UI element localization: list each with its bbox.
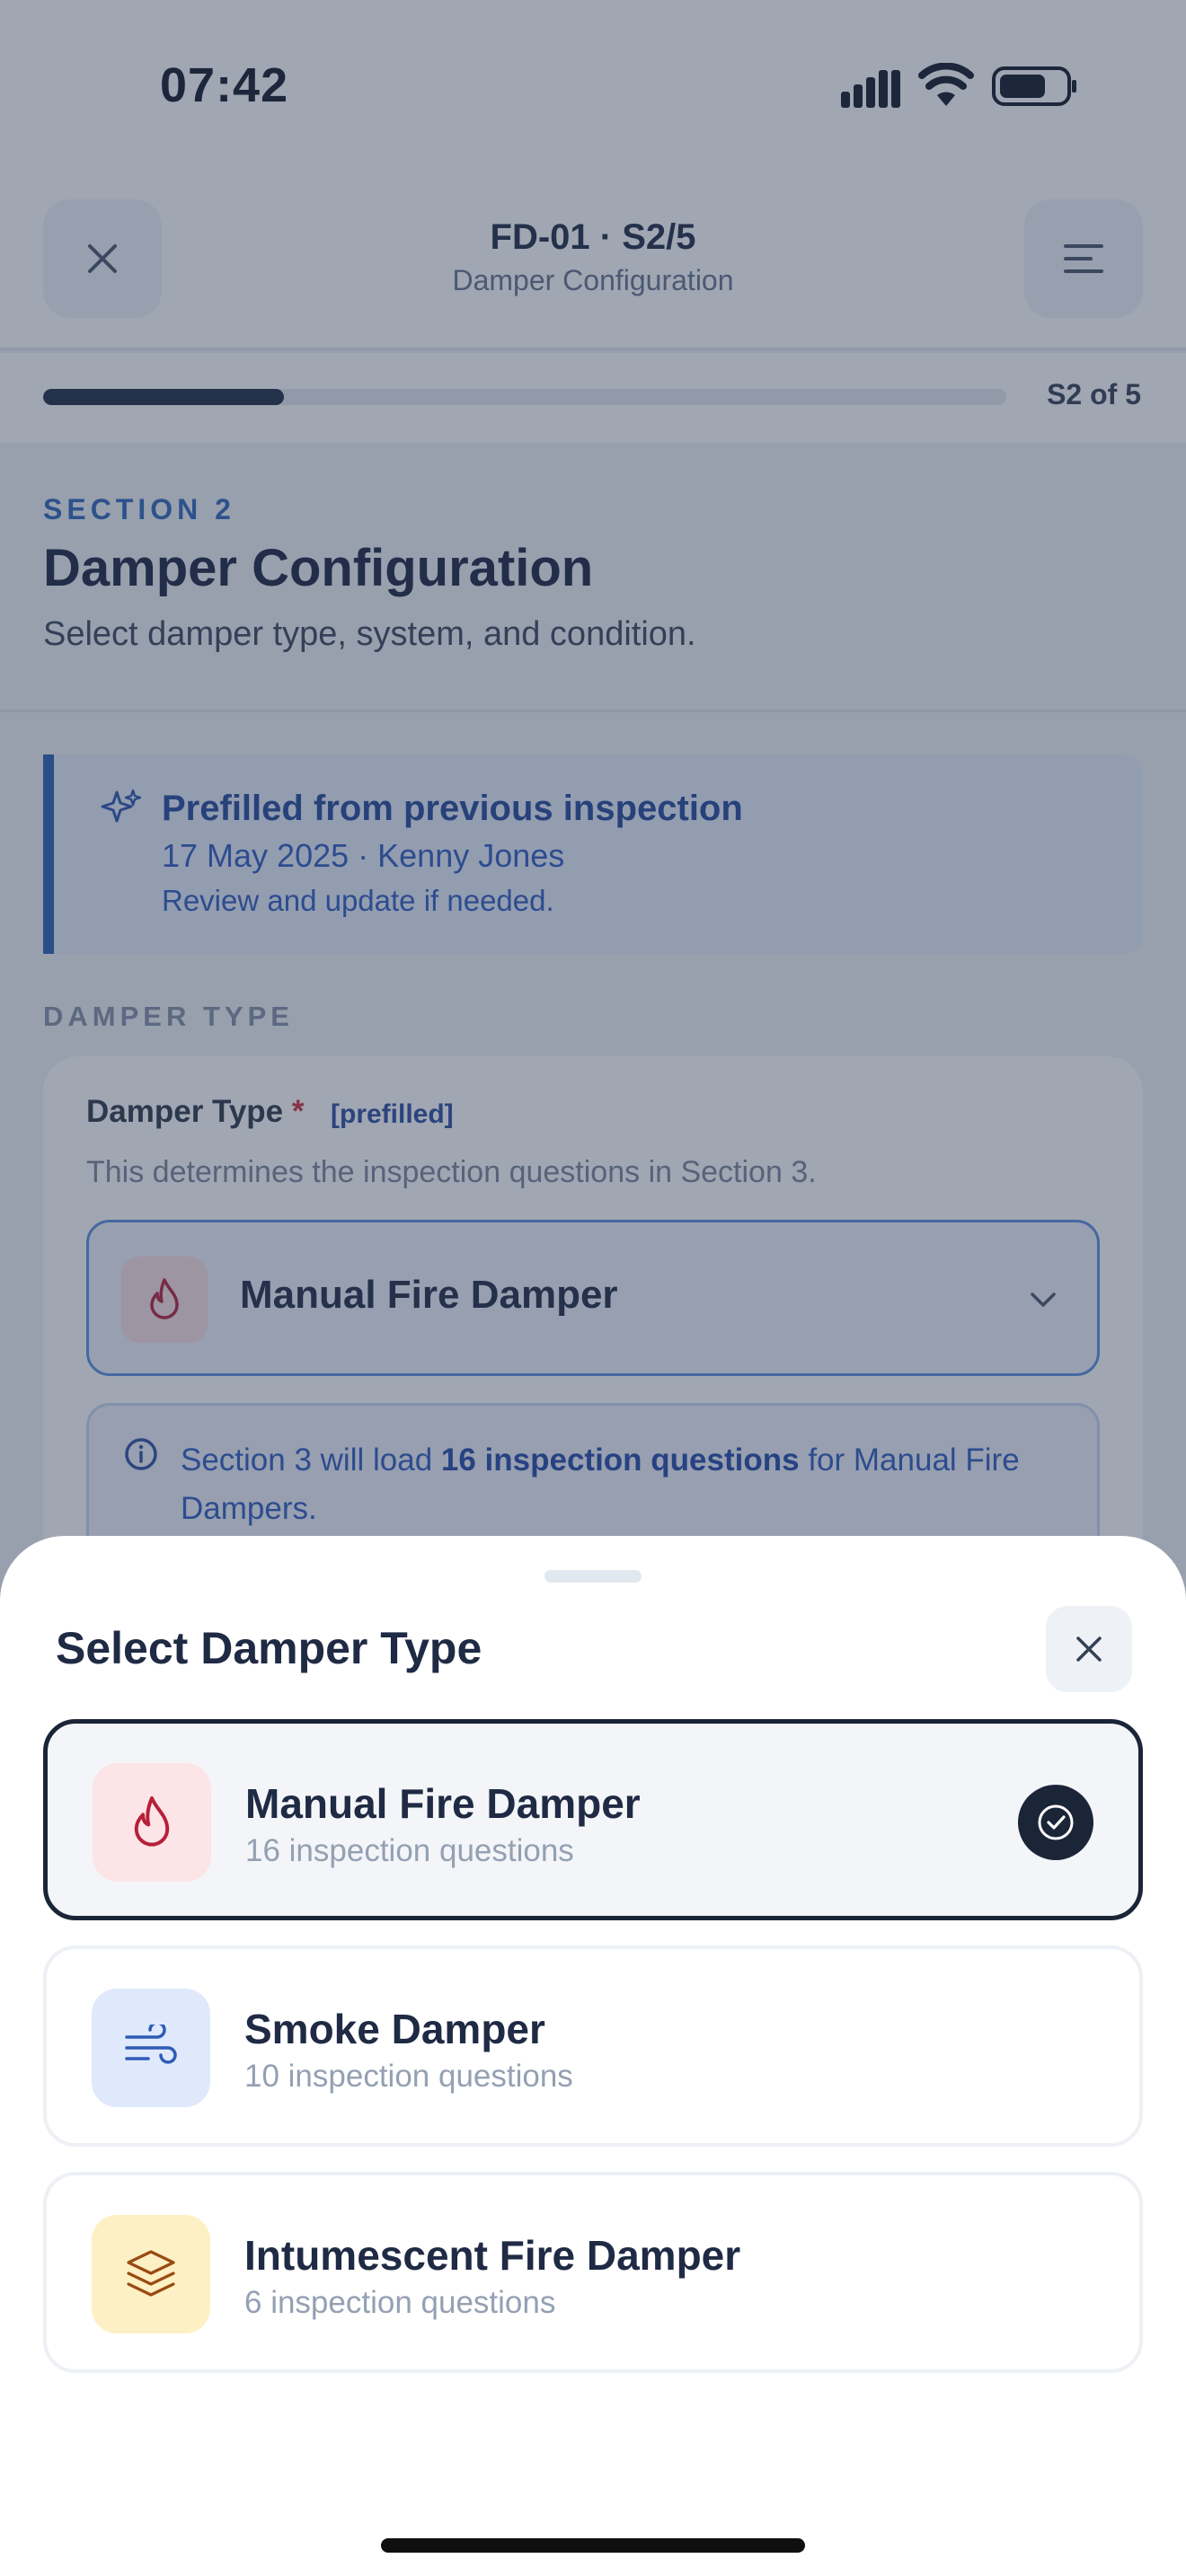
- option-name: Manual Fire Damper: [245, 1780, 641, 1827]
- flame-icon: [93, 1763, 211, 1882]
- option-smoke-damper[interactable]: Smoke Damper 10 inspection questions: [43, 1945, 1143, 2147]
- option-manual-fire-damper[interactable]: Manual Fire Damper 16 inspection questio…: [43, 1719, 1143, 1920]
- option-question-count: 16 inspection questions: [245, 1833, 574, 1868]
- wind-icon: [92, 1989, 210, 2107]
- app-screen: 07:42 FD-01 · S2/5 Damper Configuration: [0, 0, 1186, 2576]
- option-name: Smoke Damper: [244, 2006, 545, 2052]
- option-name: Intumescent Fire Damper: [244, 2232, 741, 2279]
- option-question-count: 6 inspection questions: [244, 2285, 556, 2320]
- option-intumescent-fire-damper[interactable]: Intumescent Fire Damper 6 inspection que…: [43, 2172, 1143, 2373]
- close-icon: [1076, 1636, 1102, 1662]
- sheet-drag-handle[interactable]: [544, 1570, 642, 1583]
- sheet-title: Select Damper Type: [56, 1623, 482, 1673]
- option-question-count: 10 inspection questions: [244, 2059, 573, 2094]
- check-circle-icon: [1018, 1785, 1093, 1860]
- layers-icon: [92, 2215, 210, 2333]
- sheet-close-button[interactable]: [1046, 1606, 1132, 1692]
- home-indicator: [381, 2538, 805, 2553]
